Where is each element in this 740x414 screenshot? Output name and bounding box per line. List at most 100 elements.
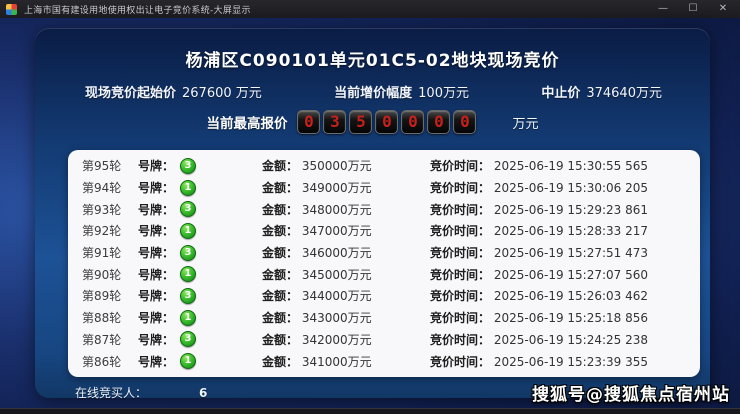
stop-price-value: 374640 xyxy=(586,86,636,101)
start-price-label: 现场竞价起始价 xyxy=(85,86,176,101)
time-cell: 竞价时间： 2025-06-19 15:28:33 217 xyxy=(430,222,686,239)
start-price-value: 267600 xyxy=(182,86,232,101)
led-digit: 0 xyxy=(297,110,320,134)
amount-column-label: 金额： xyxy=(262,159,298,173)
time-column-label: 竞价时间： xyxy=(430,159,490,173)
plate-number-badge: 3 xyxy=(180,158,196,174)
time-cell: 竞价时间： 2025-06-19 15:27:07 560 xyxy=(430,266,686,283)
amount-value: 343000万元 xyxy=(302,311,372,325)
amount-column-label: 金额： xyxy=(262,246,298,260)
round-label: 第94轮 xyxy=(82,179,138,196)
plate-column-label: 号牌： xyxy=(138,244,174,261)
amount-column-label: 金额： xyxy=(262,224,298,238)
window-titlebar: 上海市国有建设用地使用权出让电子竞价系统-大屏显示 — ☐ ✕ xyxy=(0,0,740,18)
time-value: 2025-06-19 15:27:51 473 xyxy=(494,246,648,260)
led-digit: 5 xyxy=(349,110,372,134)
stop-price: 中止价 374640万元 xyxy=(541,82,662,101)
maximize-button[interactable]: ☐ xyxy=(686,0,700,18)
amount-cell: 金额： 345000万元 xyxy=(262,266,430,283)
amount-cell: 金额： 344000万元 xyxy=(262,287,430,304)
amount-value: 346000万元 xyxy=(302,246,372,260)
plate-number-badge: 3 xyxy=(180,201,196,217)
plate-number-badge: 1 xyxy=(180,223,196,239)
bid-row: 第88轮 号牌： 1 金额： 343000万元 竞价时间： 2025-06-19… xyxy=(68,309,700,326)
amount-value: 342000万元 xyxy=(302,333,372,347)
amount-value: 345000万元 xyxy=(302,268,372,282)
amount-cell: 金额： 343000万元 xyxy=(262,309,430,326)
bid-row: 第89轮 号牌： 3 金额： 344000万元 竞价时间： 2025-06-19… xyxy=(68,287,700,304)
amount-value: 344000万元 xyxy=(302,289,372,303)
plate-number-badge: 3 xyxy=(180,331,196,347)
auction-panel: 杨浦区C090101单元01C5-02地块现场竞价 现场竞价起始价267600 … xyxy=(35,28,710,398)
bid-row: 第92轮 号牌： 1 金额： 347000万元 竞价时间： 2025-06-19… xyxy=(68,222,700,239)
increment-value: 100 xyxy=(418,86,443,101)
plate-number-badge: 3 xyxy=(180,288,196,304)
amount-value: 348000万元 xyxy=(302,203,372,217)
page-title: 杨浦区C090101单元01C5-02地块现场竞价 xyxy=(35,46,710,71)
bid-row: 第91轮 号牌： 3 金额： 346000万元 竞价时间： 2025-06-19… xyxy=(68,244,700,261)
time-cell: 竞价时间： 2025-06-19 15:30:55 565 xyxy=(430,157,686,174)
plate-number-badge: 1 xyxy=(180,266,196,282)
highest-bid-row: 当前最高报价 0350000 万元 xyxy=(35,110,710,134)
stop-price-label: 中止价 xyxy=(541,86,580,101)
minimize-button[interactable]: — xyxy=(656,0,670,18)
plate-cell: 号牌： 3 xyxy=(138,287,262,304)
price-info-row: 现场竞价起始价267600 万元 当前增价幅度100万元 中止价374640万元 xyxy=(35,82,710,101)
time-cell: 竞价时间： 2025-06-19 15:30:06 205 xyxy=(430,179,686,196)
round-label: 第86轮 xyxy=(82,353,138,370)
time-value: 2025-06-19 15:25:18 856 xyxy=(494,311,648,325)
time-value: 2025-06-19 15:27:07 560 xyxy=(494,268,648,282)
time-cell: 竞价时间： 2025-06-19 15:27:51 473 xyxy=(430,244,686,261)
time-value: 2025-06-19 15:28:33 217 xyxy=(494,224,648,238)
plate-cell: 号牌： 3 xyxy=(138,331,262,348)
plate-number-badge: 3 xyxy=(180,245,196,261)
bid-row: 第93轮 号牌： 3 金额： 348000万元 竞价时间： 2025-06-19… xyxy=(68,201,700,218)
time-value: 2025-06-19 15:30:06 205 xyxy=(494,181,648,195)
amount-value: 341000万元 xyxy=(302,355,372,369)
amount-cell: 金额： 349000万元 xyxy=(262,179,430,196)
time-column-label: 竞价时间： xyxy=(430,289,490,303)
time-value: 2025-06-19 15:24:25 238 xyxy=(494,333,648,347)
amount-value: 350000万元 xyxy=(302,159,372,173)
plate-cell: 号牌： 3 xyxy=(138,201,262,218)
bid-row: 第86轮 号牌： 1 金额： 341000万元 竞价时间： 2025-06-19… xyxy=(68,353,700,370)
time-cell: 竞价时间： 2025-06-19 15:23:39 355 xyxy=(430,353,686,370)
amount-value: 349000万元 xyxy=(302,181,372,195)
plate-column-label: 号牌： xyxy=(138,222,174,239)
amount-cell: 金额： 347000万元 xyxy=(262,222,430,239)
plate-cell: 号牌： 1 xyxy=(138,222,262,239)
time-column-label: 竞价时间： xyxy=(430,246,490,260)
round-label: 第90轮 xyxy=(82,266,138,283)
time-cell: 竞价时间： 2025-06-19 15:25:18 856 xyxy=(430,309,686,326)
plate-column-label: 号牌： xyxy=(138,201,174,218)
led-digit: 3 xyxy=(323,110,346,134)
time-column-label: 竞价时间： xyxy=(430,355,490,369)
amount-cell: 金额： 346000万元 xyxy=(262,244,430,261)
amount-column-label: 金额： xyxy=(262,289,298,303)
plate-number-badge: 1 xyxy=(180,180,196,196)
bid-row: 第87轮 号牌： 3 金额： 342000万元 竞价时间： 2025-06-19… xyxy=(68,331,700,348)
time-value: 2025-06-19 15:23:39 355 xyxy=(494,355,648,369)
online-bidders-count: 6 xyxy=(199,386,207,400)
plate-cell: 号牌： 1 xyxy=(138,179,262,196)
time-column-label: 竞价时间： xyxy=(430,333,490,347)
online-bidders-label: 在线竞买人： xyxy=(75,386,147,400)
amount-column-label: 金额： xyxy=(262,268,298,282)
round-label: 第93轮 xyxy=(82,201,138,218)
window-controls: — ☐ ✕ xyxy=(656,0,730,18)
bottom-border xyxy=(0,408,740,414)
increment-unit: 万元 xyxy=(443,86,469,101)
time-cell: 竞价时间： 2025-06-19 15:24:25 238 xyxy=(430,331,686,348)
plate-column-label: 号牌： xyxy=(138,266,174,283)
stop-price-unit: 万元 xyxy=(636,86,662,101)
bid-history-table: 第95轮 号牌： 3 金额： 350000万元 竞价时间： 2025-06-19… xyxy=(68,150,700,377)
watermark: 搜狐号@搜狐焦点宿州站 xyxy=(532,380,730,405)
increment-label: 当前增价幅度 xyxy=(334,86,412,101)
round-label: 第92轮 xyxy=(82,222,138,239)
time-value: 2025-06-19 15:29:23 861 xyxy=(494,203,648,217)
close-button[interactable]: ✕ xyxy=(716,0,730,18)
round-label: 第89轮 xyxy=(82,287,138,304)
round-label: 第87轮 xyxy=(82,331,138,348)
amount-cell: 金额： 350000万元 xyxy=(262,157,430,174)
led-digit-display: 0350000 xyxy=(297,110,476,134)
